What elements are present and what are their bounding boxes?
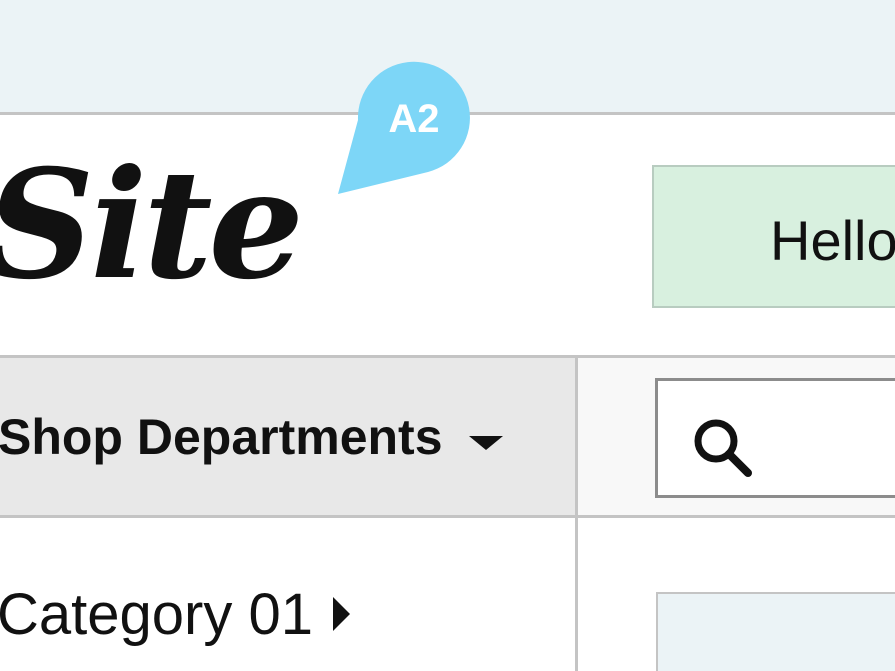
site-logo[interactable]: Site: [0, 150, 304, 300]
chevron-down-icon: [469, 436, 503, 450]
chevron-right-icon: [333, 597, 350, 631]
shop-departments-button[interactable]: Shop Departments: [0, 358, 576, 515]
search-input[interactable]: [768, 405, 895, 473]
search-box[interactable]: [655, 378, 895, 498]
content-panel: [656, 592, 895, 671]
page: Site A2 Hello Shop Departments Category …: [0, 0, 895, 671]
annotation-label: A2: [388, 97, 440, 141]
greeting-banner: Hello: [652, 165, 895, 308]
nav-bar: Shop Departments: [0, 355, 895, 518]
shop-departments-label: Shop Departments: [0, 409, 443, 465]
search-area: [578, 358, 895, 515]
greeting-text: Hello: [770, 209, 895, 272]
vertical-divider: [575, 355, 578, 671]
search-icon: [694, 419, 752, 477]
category-item[interactable]: Category 01: [0, 583, 313, 647]
